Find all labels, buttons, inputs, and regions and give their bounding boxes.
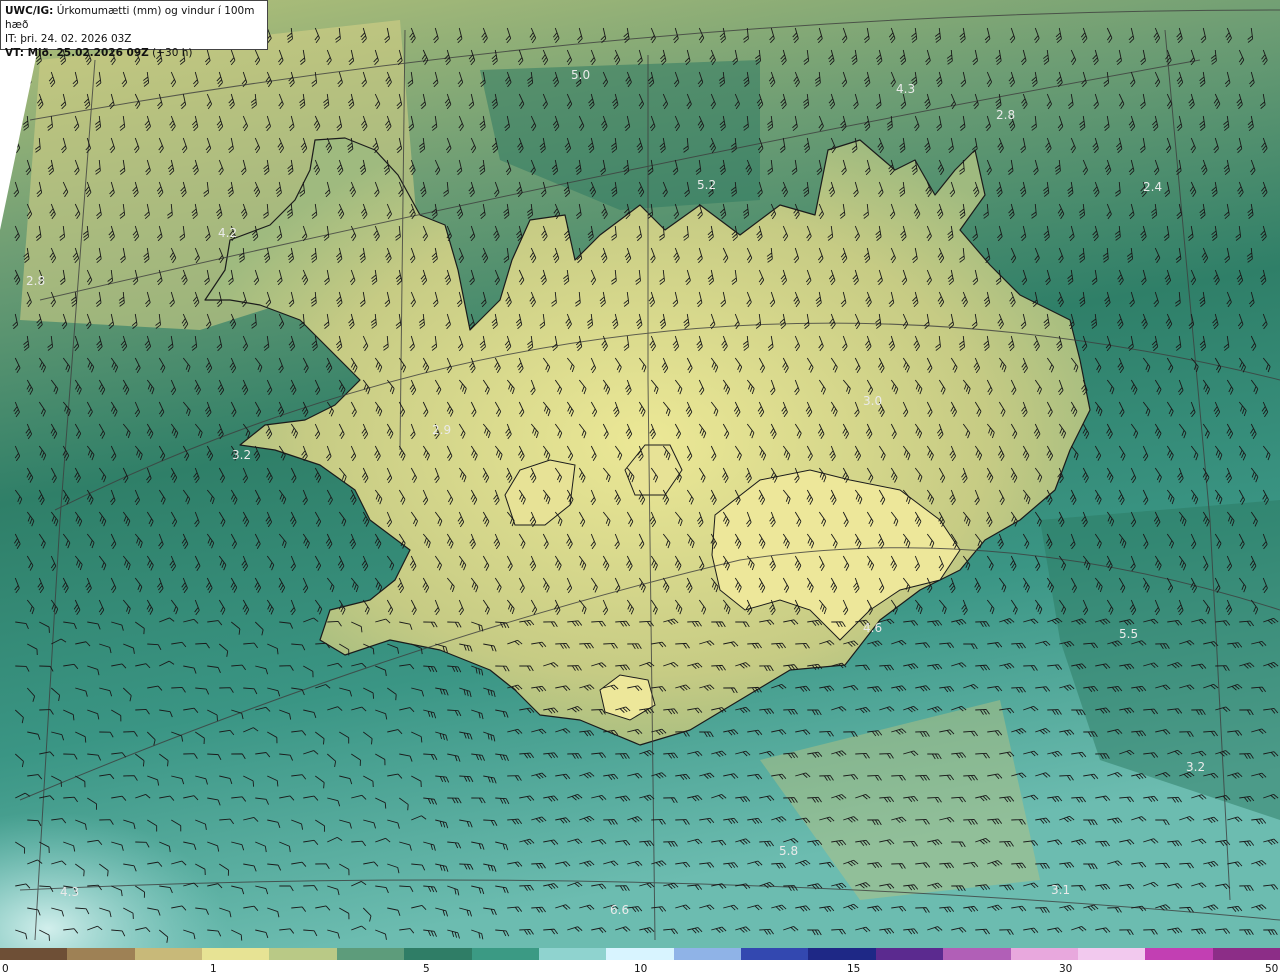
value-label: 4.6 <box>863 621 882 635</box>
colorbar-segment <box>1145 948 1214 960</box>
colorbar-segment <box>943 948 1012 960</box>
colorbar-segment <box>336 948 406 960</box>
colorbar-segment <box>202 948 271 960</box>
colorbar-tick-label: 15 <box>847 963 861 975</box>
colorbar-segment <box>404 948 473 960</box>
colorbar-segment <box>538 948 608 960</box>
colorbar-tick-label: 30 <box>1059 963 1073 975</box>
value-label: 3.2 <box>232 448 251 462</box>
map-canvas[interactable]: 5.0 4.3 2.8 5.2 2.4 4.2 2.8 3.0 2.9 3.2 … <box>0 0 1280 948</box>
colorbar-segment <box>471 948 540 960</box>
colorbar-segment <box>808 948 877 960</box>
value-label: 6.6 <box>610 903 629 917</box>
colorbar-labels: 0 1 5 10 15 30 50 <box>0 963 1280 978</box>
colorbar-tick-label: 10 <box>634 963 648 975</box>
map-area[interactable]: 5.0 4.3 2.8 5.2 2.4 4.2 2.8 3.0 2.9 3.2 … <box>0 0 1280 948</box>
valid-time: VT: Mið. 25.02.2026 09Z <box>5 47 149 59</box>
colorbar-tick-label: 50 <box>1265 963 1279 975</box>
colorbar-segment <box>67 948 136 960</box>
colorbar-tick-label: 0 <box>2 963 9 975</box>
colorbar-segment <box>0 948 69 960</box>
colorbar-segment <box>606 948 675 960</box>
value-label: 5.0 <box>571 68 590 82</box>
colorbar-segment <box>134 948 204 960</box>
initial-time: IT: þri. 24. 02. 2026 03Z <box>5 33 132 45</box>
value-label: 2.8 <box>996 108 1015 122</box>
value-label: 2.9 <box>432 423 451 437</box>
value-label: 3.0 <box>863 394 882 408</box>
colorbar-segment <box>1010 948 1079 960</box>
colorbar-segment <box>269 948 338 960</box>
value-label: 2.8 <box>26 274 45 288</box>
value-label: 5.5 <box>1119 627 1138 641</box>
colorbar-segment <box>1212 948 1280 960</box>
colorbar-segment <box>741 948 810 960</box>
colorbar-segment <box>673 948 743 960</box>
colorbar-segment <box>1077 948 1147 960</box>
value-label: 4.3 <box>896 82 915 96</box>
value-label: 5.2 <box>697 178 716 192</box>
product-code: UWC/IG: <box>5 5 54 17</box>
value-label: 5.8 <box>779 844 798 858</box>
forecast-hour: (+30 h) <box>152 47 193 59</box>
map-title-box: UWC/IG: Úrkomumætti (mm) og vindur í 100… <box>0 0 268 59</box>
value-label: 3.1 <box>1051 883 1070 897</box>
value-label: 2.4 <box>1143 180 1162 194</box>
value-label: 4.3 <box>60 885 79 899</box>
colorbar-tick-label: 5 <box>423 963 430 975</box>
colorbar-segment <box>875 948 945 960</box>
colorbar <box>0 948 1280 960</box>
colorbar-tick-label: 1 <box>210 963 217 975</box>
value-label: 3.2 <box>1186 760 1205 774</box>
value-label: 4.2 <box>218 226 237 240</box>
